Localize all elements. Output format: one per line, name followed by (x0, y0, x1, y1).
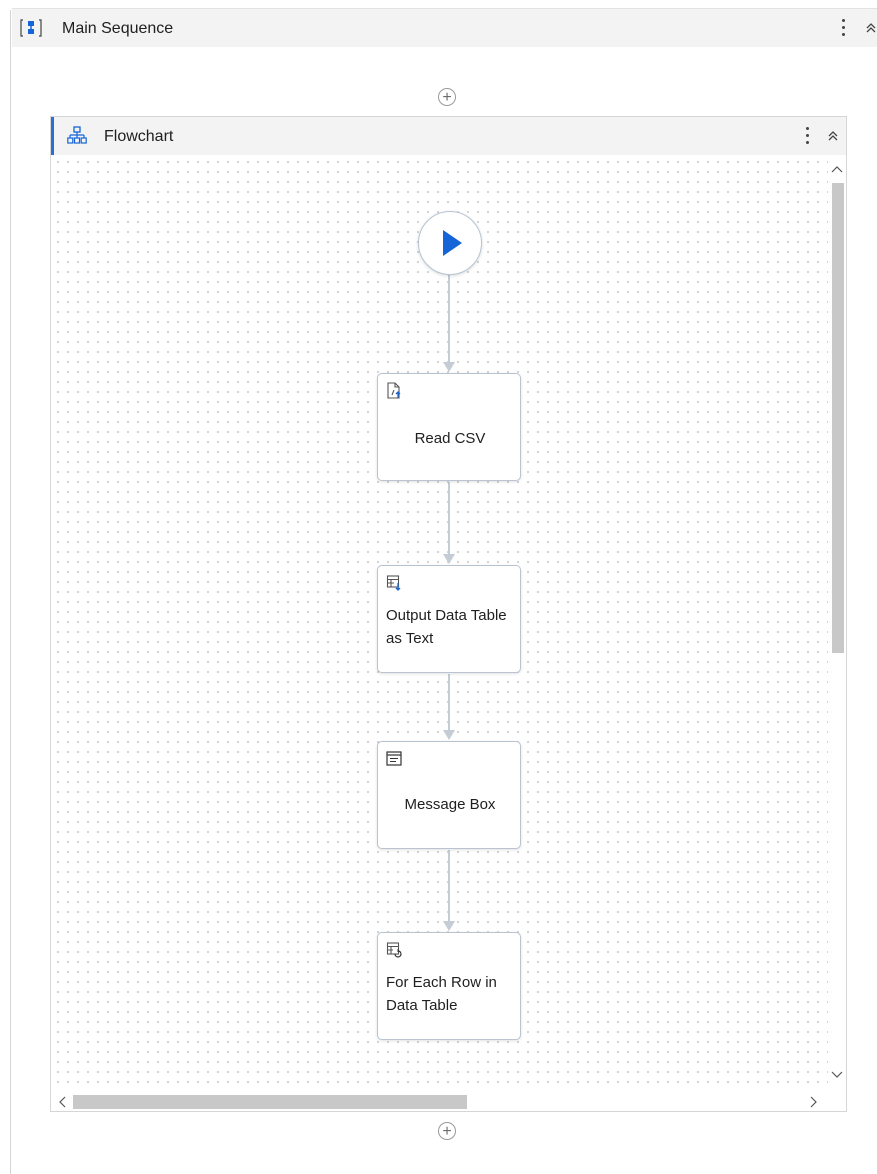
vertical-scroll-thumb[interactable] (832, 183, 844, 653)
message-box-icon (386, 750, 402, 768)
flowchart-title: Flowchart (104, 128, 174, 145)
add-activity-button-top[interactable]: + (438, 88, 456, 106)
add-activity-button-bottom[interactable]: + (438, 1122, 456, 1140)
flowchart-container: Flowchart Read CSV Output Data Table as … (50, 116, 847, 1112)
scroll-right-icon[interactable] (809, 1095, 819, 1111)
more-vertical-icon[interactable] (806, 127, 812, 145)
vertical-scrollbar[interactable] (828, 157, 846, 1093)
main-sequence-title: Main Sequence (62, 20, 174, 37)
scroll-left-icon[interactable] (57, 1095, 67, 1111)
activity-read-csv[interactable]: Read CSV (377, 373, 521, 481)
main-sequence-header[interactable]: Main Sequence (12, 8, 877, 47)
activity-label: Read CSV (414, 430, 486, 447)
read-csv-icon (386, 382, 402, 400)
activity-message-box[interactable]: Message Box (377, 741, 521, 849)
horizontal-scrollbar[interactable] (53, 1091, 828, 1111)
collapse-up-icon[interactable] (865, 22, 877, 36)
start-node[interactable] (418, 211, 482, 275)
for-each-row-icon (386, 941, 402, 959)
connector-arrowhead (443, 554, 455, 564)
activity-label: For Each Row in Data Table (386, 974, 497, 1014)
activity-output-data-table[interactable]: Output Data Table as Text (377, 565, 521, 673)
activity-for-each-row[interactable]: For Each Row in Data Table (377, 932, 521, 1040)
flowchart-header[interactable]: Flowchart (51, 117, 846, 155)
flowchart-icon (67, 126, 87, 146)
activity-label: Message Box (404, 796, 496, 813)
sequence-border (10, 10, 11, 1174)
output-data-table-icon (386, 574, 402, 592)
scroll-up-icon[interactable] (831, 161, 843, 177)
activity-label: Output Data Table as Text (386, 607, 507, 647)
sequence-icon (20, 19, 42, 37)
connector-arrowhead (443, 730, 455, 740)
scroll-down-icon[interactable] (831, 1067, 843, 1083)
connector-arrowhead (443, 921, 455, 931)
horizontal-scroll-thumb[interactable] (73, 1095, 467, 1109)
flowchart-canvas[interactable]: Read CSV Output Data Table as Text Messa… (53, 157, 828, 1093)
connector-arrowhead (443, 362, 455, 372)
more-vertical-icon[interactable] (842, 19, 848, 37)
collapse-up-icon[interactable] (827, 130, 839, 144)
play-icon (441, 229, 463, 262)
